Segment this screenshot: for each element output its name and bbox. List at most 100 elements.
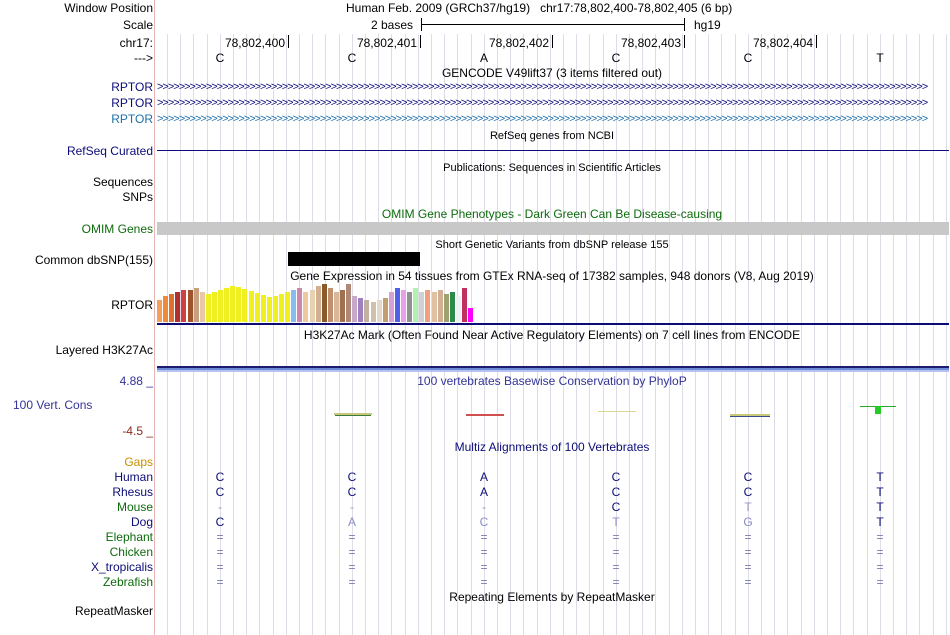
gencode-track-title[interactable]: GENCODE V49lift37 (3 items filtered out) bbox=[442, 66, 662, 80]
reference-base: C bbox=[611, 51, 621, 65]
gtex-tissue-bar[interactable] bbox=[316, 286, 321, 322]
alignment-base: C bbox=[479, 515, 489, 529]
gtex-tissue-bar[interactable] bbox=[181, 290, 186, 322]
gencode-item-rptor-2[interactable]: RPTOR bbox=[111, 96, 153, 110]
gtex-tissue-bar[interactable] bbox=[395, 288, 400, 322]
reference-base: C bbox=[347, 51, 357, 65]
gtex-tissue-bar[interactable] bbox=[450, 292, 455, 322]
species-label-zebrafish[interactable]: Zebrafish bbox=[103, 575, 153, 589]
gtex-tissue-bar[interactable] bbox=[291, 290, 296, 322]
gtex-tissue-bar[interactable] bbox=[346, 284, 351, 322]
gtex-tissue-bar[interactable] bbox=[267, 297, 272, 322]
species-label-dog[interactable]: Dog bbox=[131, 515, 153, 529]
gtex-tissue-bar[interactable] bbox=[236, 287, 241, 322]
gtex-tissue-bar[interactable] bbox=[328, 288, 333, 322]
chrom-label: chr17: bbox=[119, 36, 153, 50]
species-label-chicken[interactable]: Chicken bbox=[110, 545, 153, 559]
h3k27ac-track-title[interactable]: H3K27Ac Mark (Often Found Near Active Re… bbox=[304, 328, 800, 342]
omim-gene-bar[interactable] bbox=[157, 222, 949, 235]
gtex-tissue-bar[interactable] bbox=[352, 296, 357, 322]
omim-track-title[interactable]: OMIM Gene Phenotypes - Dark Green Can Be… bbox=[382, 207, 722, 221]
alignment-base: T bbox=[876, 470, 884, 484]
phylop-track-title[interactable]: 100 vertebrates Basewise Conservation by… bbox=[417, 374, 686, 388]
alignment-base: T bbox=[876, 485, 884, 499]
publications-track-title[interactable]: Publications: Sequences in Scientific Ar… bbox=[443, 161, 661, 175]
gencode-item-rptor-3[interactable]: RPTOR bbox=[111, 112, 153, 126]
repeatmasker-label[interactable]: RepeatMasker bbox=[75, 604, 153, 618]
ruler-position-label: 78,802,403 bbox=[620, 36, 681, 50]
species-label-human[interactable]: Human bbox=[114, 470, 153, 484]
snps-label[interactable]: SNPs bbox=[122, 190, 153, 204]
gtex-tissue-bar[interactable] bbox=[285, 292, 290, 322]
alignment-base: = bbox=[348, 575, 356, 589]
refseq-label[interactable]: RefSeq Curated bbox=[67, 144, 153, 158]
gtex-tissue-bar[interactable] bbox=[407, 292, 412, 322]
gtex-tissue-bar[interactable] bbox=[279, 294, 284, 322]
gtex-tissue-bar[interactable] bbox=[163, 296, 168, 322]
gtex-tissue-bar[interactable] bbox=[389, 292, 394, 322]
sequences-label[interactable]: Sequences bbox=[93, 175, 153, 189]
gtex-tissue-bar[interactable] bbox=[194, 288, 199, 322]
gtex-tissue-bar[interactable] bbox=[322, 284, 327, 322]
gtex-tissue-bar[interactable] bbox=[438, 290, 443, 322]
alignment-base: A bbox=[479, 485, 489, 499]
dbsnp-variant-bar[interactable] bbox=[288, 252, 420, 266]
refseq-track-title[interactable]: RefSeq genes from NCBI bbox=[490, 129, 614, 143]
gtex-tissue-bar[interactable] bbox=[413, 288, 418, 322]
gtex-tissue-bar[interactable] bbox=[230, 286, 235, 322]
alignment-base: T bbox=[744, 500, 752, 514]
gtex-tissue-bar[interactable] bbox=[371, 302, 376, 322]
gtex-tissue-bar[interactable] bbox=[377, 300, 382, 322]
gtex-tissue-bar[interactable] bbox=[224, 288, 229, 322]
gtex-tissue-bar[interactable] bbox=[175, 292, 180, 322]
gencode-item-rptor-1[interactable]: RPTOR bbox=[111, 80, 153, 94]
gtex-tissue-bar[interactable] bbox=[188, 290, 193, 322]
gtex-tissue-bar[interactable] bbox=[364, 300, 369, 322]
gtex-tissue-bar[interactable] bbox=[303, 292, 308, 322]
dbsnp-track-title[interactable]: Short Genetic Variants from dbSNP releas… bbox=[435, 238, 668, 252]
gtex-tissue-bar[interactable] bbox=[444, 294, 449, 322]
gtex-tissue-bar[interactable] bbox=[218, 290, 223, 322]
omim-label[interactable]: OMIM Genes bbox=[82, 222, 153, 236]
gtex-track-title[interactable]: Gene Expression in 54 tissues from GTEx … bbox=[290, 269, 814, 283]
gtex-tissue-bar[interactable] bbox=[425, 290, 430, 322]
gtex-tissue-bar[interactable] bbox=[340, 290, 345, 322]
gtex-tissue-bar[interactable] bbox=[273, 296, 278, 322]
gtex-tissue-bar[interactable] bbox=[169, 294, 174, 322]
h3k27ac-label[interactable]: Layered H3K27Ac bbox=[56, 343, 153, 357]
species-label-x_tropicalis[interactable]: X_tropicalis bbox=[91, 560, 153, 574]
gtex-tissue-bar[interactable] bbox=[249, 291, 254, 322]
multiz-track-title[interactable]: Multiz Alignments of 100 Vertebrates bbox=[455, 440, 650, 454]
species-label-mouse[interactable]: Mouse bbox=[117, 500, 153, 514]
dbsnp-label[interactable]: Common dbSNP(155) bbox=[35, 253, 153, 267]
gtex-tissue-bar[interactable] bbox=[401, 290, 406, 322]
gtex-tissue-bar[interactable] bbox=[358, 298, 363, 322]
gtex-tissue-bar[interactable] bbox=[212, 292, 217, 322]
gencode-transcript-3[interactable]: >>>>>>>>>>>>>>>>>>>>>>>>>>>>>>>>>>>>>>>>… bbox=[157, 112, 949, 126]
gtex-tissue-bar[interactable] bbox=[462, 288, 467, 322]
gtex-tissue-bar[interactable] bbox=[334, 292, 339, 322]
gtex-tissue-bar[interactable] bbox=[383, 298, 388, 322]
repeatmasker-track-title[interactable]: Repeating Elements by RepeatMasker bbox=[449, 590, 654, 604]
gencode-transcript-1[interactable]: >>>>>>>>>>>>>>>>>>>>>>>>>>>>>>>>>>>>>>>>… bbox=[157, 80, 949, 94]
gencode-transcript-2[interactable]: >>>>>>>>>>>>>>>>>>>>>>>>>>>>>>>>>>>>>>>>… bbox=[157, 96, 949, 110]
gtex-label[interactable]: RPTOR bbox=[111, 298, 153, 312]
gtex-tissue-bar[interactable] bbox=[206, 294, 211, 322]
species-label-elephant[interactable]: Elephant bbox=[106, 530, 153, 544]
gtex-tissue-bar[interactable] bbox=[419, 292, 424, 322]
species-label-rhesus[interactable]: Rhesus bbox=[112, 485, 153, 499]
gtex-tissue-bar[interactable] bbox=[310, 290, 315, 322]
gtex-tissue-bar[interactable] bbox=[261, 295, 266, 322]
gtex-tissue-bar[interactable] bbox=[456, 296, 461, 322]
gtex-tissue-bar[interactable] bbox=[297, 288, 302, 322]
gtex-tissue-bar[interactable] bbox=[255, 293, 260, 322]
gtex-tissue-bar[interactable] bbox=[242, 289, 247, 322]
gtex-tissue-bar[interactable] bbox=[432, 292, 437, 322]
gtex-tissue-bar[interactable] bbox=[200, 292, 205, 322]
multiz-gaps-label[interactable]: Gaps bbox=[124, 455, 153, 469]
gtex-tissue-bar[interactable] bbox=[157, 300, 162, 322]
alignment-base: T bbox=[876, 515, 884, 529]
gtex-tissue-bar[interactable] bbox=[468, 308, 473, 322]
phylop-label[interactable]: 100 Vert. Cons bbox=[13, 398, 92, 412]
refseq-gene-line[interactable] bbox=[157, 150, 949, 151]
